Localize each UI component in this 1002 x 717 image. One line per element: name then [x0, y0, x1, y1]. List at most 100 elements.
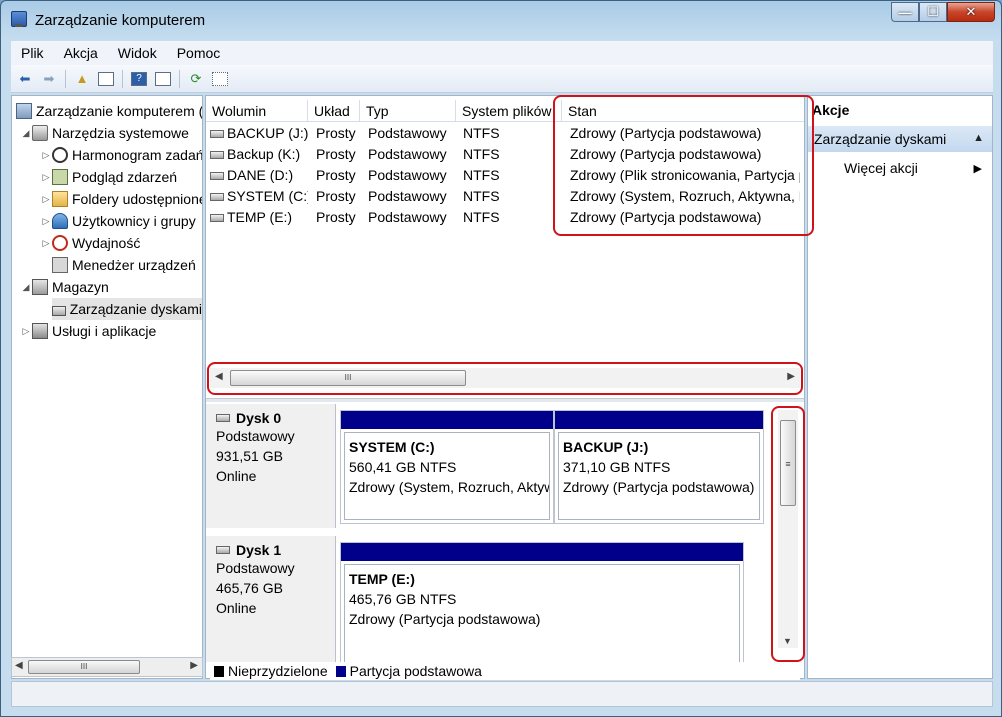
column-header-volume[interactable]: Wolumin: [206, 100, 308, 122]
partition-color-bar: [555, 411, 763, 429]
actions-section-disk-management[interactable]: Zarządzanie dyskami ▲: [808, 126, 992, 152]
services-icon: [32, 323, 48, 339]
disk-info[interactable]: Dysk 1 Podstawowy 465,76 GB Online: [206, 536, 336, 662]
expand-arrow-icon[interactable]: ▷: [20, 326, 32, 337]
disk-type: Podstawowy: [216, 428, 295, 444]
tools-icon: [32, 125, 48, 141]
partition-size: 465,76 GB NTFS: [349, 591, 457, 607]
scroll-right-icon[interactable]: ▶: [190, 660, 198, 671]
collapse-arrow-icon[interactable]: ◢: [20, 282, 32, 293]
actions-title: Akcje: [812, 102, 850, 118]
volume-file-system: NTFS: [463, 125, 500, 141]
window-title: Zarządzanie komputerem: [35, 12, 206, 29]
event-log-icon: [52, 169, 68, 185]
volume-file-system: NTFS: [463, 167, 500, 183]
more-actions-link[interactable]: Więcej akcji: [844, 160, 918, 176]
volume-type: Podstawowy: [368, 125, 447, 141]
tree-item-storage[interactable]: ◢ Magazyn: [20, 276, 109, 298]
menu-plik[interactable]: Plik: [11, 45, 54, 61]
tree-item-users-groups[interactable]: ▷ Użytkownicy i grupy: [40, 210, 196, 232]
menu-akcja[interactable]: Akcja: [54, 45, 108, 61]
partition-size: 371,10 GB NTFS: [563, 459, 671, 475]
volume-type: Podstawowy: [368, 146, 447, 162]
tree-item-computer-management[interactable]: Zarządzanie komputerem (lokalny): [16, 100, 203, 122]
status-bar: [11, 681, 993, 707]
disk-row-1: Dysk 1 Podstawowy 465,76 GB Online TEMP …: [206, 536, 766, 662]
volume-layout: Prosty: [316, 167, 356, 183]
properties-icon[interactable]: [210, 69, 230, 89]
tree-item-label: Użytkownicy i grupy: [72, 213, 196, 229]
highlight-vertical-scrollbar: [771, 406, 805, 662]
close-button[interactable]: ✕: [947, 2, 995, 22]
volume-name: Backup (K:): [227, 146, 301, 162]
disk-status: Online: [216, 468, 257, 484]
scroll-left-icon[interactable]: ◀: [15, 660, 23, 671]
toolbar: ⬅ ➡ ▲ ? ⟳: [11, 65, 993, 93]
partition-temp-e[interactable]: TEMP (E:) 465,76 GB NTFS Zdrowy (Partycj…: [340, 542, 744, 662]
partition-color-bar: [341, 411, 553, 429]
column-header-file-system[interactable]: System plików: [456, 100, 562, 122]
tree-item-label: Zarządzanie komputerem (lokalny): [36, 103, 203, 119]
volume-file-system: NTFS: [463, 146, 500, 162]
expand-arrow-icon[interactable]: ▷: [40, 150, 52, 161]
expand-arrow-icon[interactable]: ▷: [40, 216, 52, 227]
submenu-arrow-icon[interactable]: ▶: [974, 162, 982, 175]
partition-system-c[interactable]: SYSTEM (C:) 560,41 GB NTFS Zdrowy (Syste…: [340, 410, 554, 524]
tree-item-shared-folders[interactable]: ▷ Foldery udostępnione: [40, 188, 202, 210]
partition-body: BACKUP (J:) 371,10 GB NTFS Zdrowy (Party…: [558, 432, 760, 520]
legend-label: Partycja podstawowa: [349, 663, 482, 679]
clock-icon: [52, 147, 68, 163]
storage-icon: [32, 279, 48, 295]
column-header-layout[interactable]: Układ: [308, 100, 360, 122]
column-header-type[interactable]: Typ: [360, 100, 456, 122]
help-icon[interactable]: ?: [129, 69, 149, 89]
volume-name: DANE (D:): [227, 167, 294, 183]
tree-item-system-tools[interactable]: ◢ Narzędzia systemowe: [20, 122, 189, 144]
expand-arrow-icon[interactable]: ▷: [40, 194, 52, 205]
show-hide-tree-icon[interactable]: [96, 69, 116, 89]
menu-bar: Plik Akcja Widok Pomoc: [11, 41, 993, 65]
tree-item-performance[interactable]: ▷ Wydajność: [40, 232, 140, 254]
drive-icon: [210, 193, 224, 202]
volume-file-system: NTFS: [463, 209, 500, 225]
tree-item-device-manager[interactable]: Menedżer urządzeń: [52, 254, 196, 276]
partition-backup-j[interactable]: BACKUP (J:) 371,10 GB NTFS Zdrowy (Party…: [554, 410, 764, 524]
drive-icon: [210, 172, 224, 181]
disk-info[interactable]: Dysk 0 Podstawowy 931,51 GB Online: [206, 404, 336, 528]
partition-status: Zdrowy (System, Rozruch, Aktywna, Partyc…: [349, 479, 549, 495]
menu-widok[interactable]: Widok: [108, 45, 167, 61]
performance-icon: [52, 235, 68, 251]
partition-body: SYSTEM (C:) 560,41 GB NTFS Zdrowy (Syste…: [344, 432, 550, 520]
title-bar[interactable]: Zarządzanie komputerem — ☐ ✕: [1, 1, 1001, 39]
actions-pane: Akcje Zarządzanie dyskami ▲ Więcej akcji…: [807, 95, 993, 679]
refresh-icon[interactable]: ⟳: [186, 69, 206, 89]
tree-horizontal-scrollbar[interactable]: ◀ III ▶: [11, 657, 203, 677]
tree-item-event-viewer[interactable]: ▷ Podgląd zdarzeń: [40, 166, 177, 188]
highlight-status-column: [553, 95, 814, 236]
up-folder-icon[interactable]: ▲: [72, 69, 92, 89]
computer-icon: [16, 103, 32, 119]
expand-arrow-icon[interactable]: ▷: [40, 238, 52, 249]
tree-item-services-apps[interactable]: ▷ Usługi i aplikacje: [20, 320, 156, 342]
partition-name: BACKUP (J:): [563, 439, 649, 455]
show-hide-action-pane-icon[interactable]: [153, 69, 173, 89]
tree-item-disk-management[interactable]: Zarządzanie dyskami: [52, 298, 202, 320]
maximize-button[interactable]: ☐: [919, 2, 947, 22]
volume-layout: Prosty: [316, 188, 356, 204]
volume-layout: Prosty: [316, 146, 356, 162]
disk-status: Online: [216, 600, 257, 616]
expand-arrow-icon[interactable]: ▷: [40, 172, 52, 183]
drive-icon: [210, 214, 224, 223]
tree-item-label: Narzędzia systemowe: [52, 125, 189, 141]
collapse-arrow-icon[interactable]: ◢: [20, 128, 32, 139]
tree-item-task-scheduler[interactable]: ▷ Harmonogram zadań: [40, 144, 202, 166]
computer-management-window: Zarządzanie komputerem — ☐ ✕ Plik Akcja …: [0, 0, 1002, 717]
legend: Nieprzydzielone Partycja podstawowa: [210, 662, 800, 680]
back-icon[interactable]: ⬅: [15, 69, 35, 89]
menu-pomoc[interactable]: Pomoc: [167, 45, 231, 61]
collapse-up-icon[interactable]: ▲: [973, 132, 984, 144]
forward-icon[interactable]: ➡: [39, 69, 59, 89]
minimize-button[interactable]: —: [891, 2, 919, 22]
scroll-thumb[interactable]: III: [28, 660, 140, 674]
volume-type: Podstawowy: [368, 188, 447, 204]
